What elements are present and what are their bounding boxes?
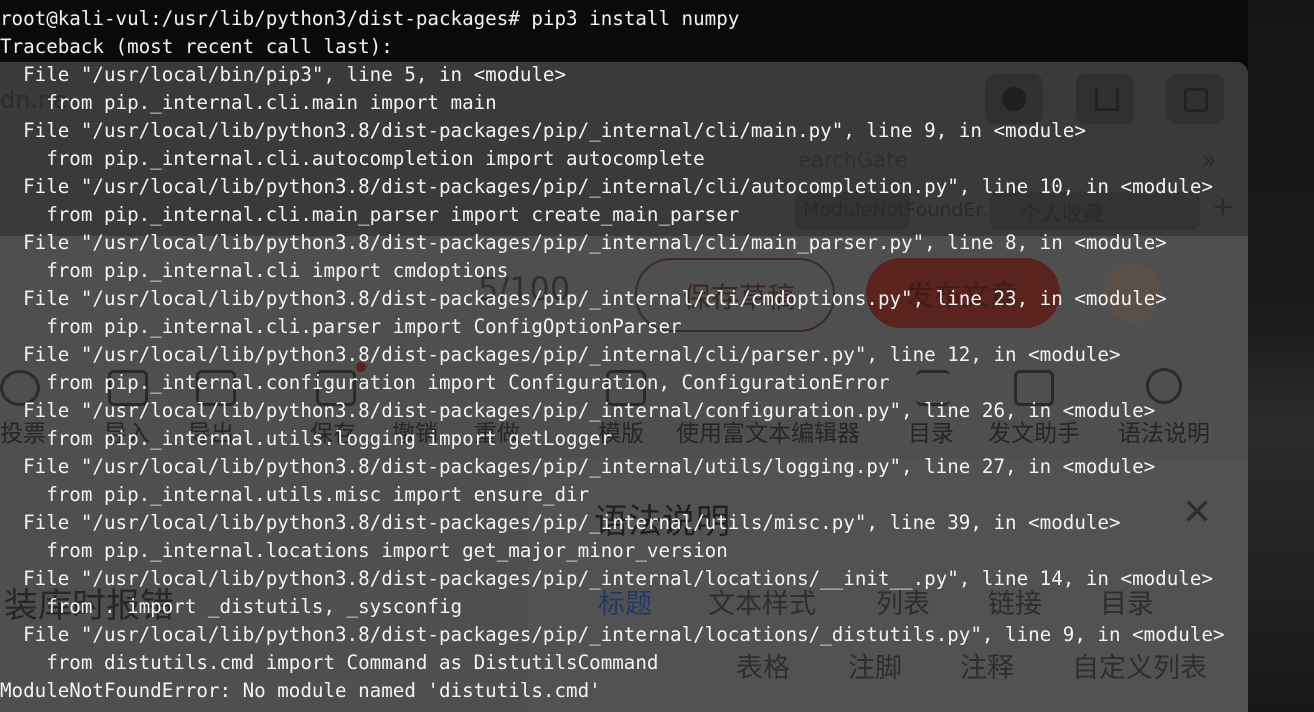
terminal-line: from pip._internal.configuration import … [0,371,890,394]
terminal-line: File "/usr/local/lib/python3.8/dist-pack… [0,231,1167,254]
terminal-line: from . import _distutils, _sysconfig [0,595,463,618]
terminal-line: File "/usr/local/lib/python3.8/dist-pack… [0,119,1086,142]
terminal-line: File "/usr/local/lib/python3.8/dist-pack… [0,455,1156,478]
terminal-line: from pip._internal.cli.main import main [0,91,497,114]
terminal-line: File "/usr/local/lib/python3.8/dist-pack… [0,287,1167,310]
terminal-line: File "/usr/local/lib/python3.8/dist-pack… [0,399,1156,422]
terminal-line: File "/usr/local/lib/python3.8/dist-pack… [0,623,1225,646]
terminal-line: File "/usr/local/lib/python3.8/dist-pack… [0,567,1213,590]
terminal-line: from pip._internal.cli.main_parser impor… [0,203,740,226]
terminal-line: Traceback (most recent call last): [0,35,393,58]
terminal-line: File "/usr/local/lib/python3.8/dist-pack… [0,343,1121,366]
terminal-line: File "/usr/local/lib/python3.8/dist-pack… [0,511,1121,534]
terminal-line: from pip._internal.locations import get_… [0,539,728,562]
terminal-line: from pip._internal.cli import cmdoptions [0,259,509,282]
terminal-line: from distutils.cmd import Command as Dis… [0,651,659,674]
terminal-output[interactable]: root@kali-vul:/usr/lib/python3/dist-pack… [0,0,1314,712]
terminal-line: File "/usr/local/bin/pip3", line 5, in <… [0,63,567,86]
terminal-line: File "/usr/local/lib/python3.8/dist-pack… [0,175,1213,198]
terminal-line: from pip._internal.cli.autocompletion im… [0,147,705,170]
terminal-line: from pip._internal.cli.parser import Con… [0,315,682,338]
terminal-line: from pip._internal.utils.logging import … [0,427,613,450]
terminal-line: ModuleNotFoundError: No module named 'di… [0,679,601,702]
terminal-line: root@kali-vul:/usr/lib/python3/dist-pack… [0,7,740,30]
terminal-line: from pip._internal.utils.misc import ens… [0,483,590,506]
screen: dn.ne earchGate » ModuleNotFoundEr... 个人… [0,0,1314,712]
